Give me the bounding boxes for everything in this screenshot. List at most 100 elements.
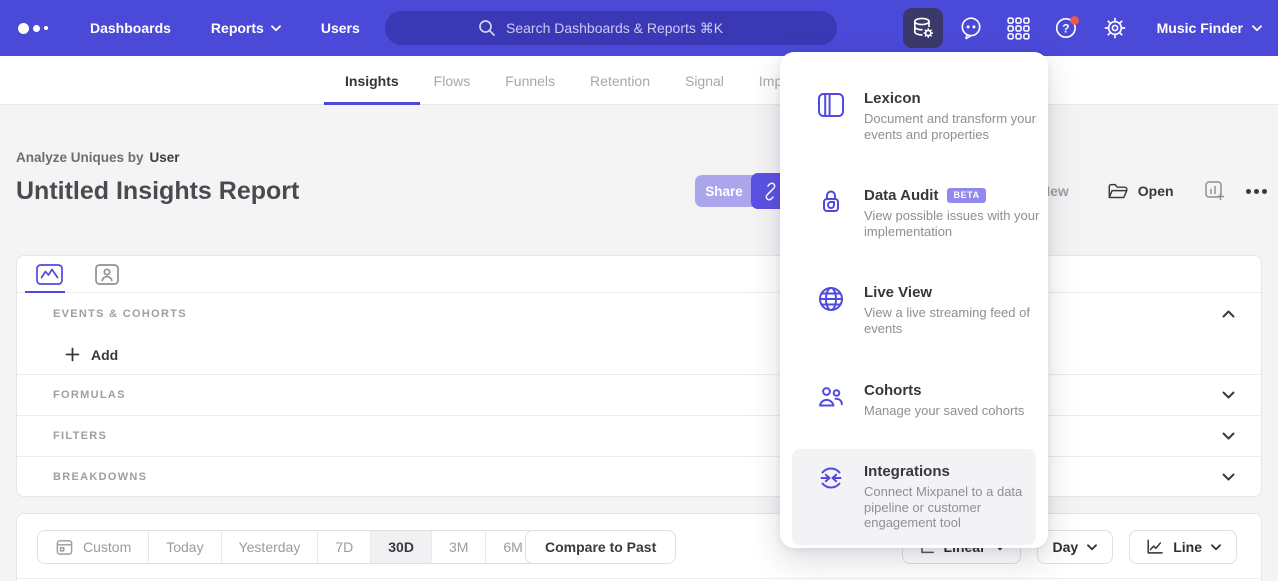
menu-item-title: Data Audit (864, 187, 938, 204)
menu-item-integrations[interactable]: Integrations Connect Mixpanel to a data … (792, 449, 1036, 545)
range-today[interactable]: Today (149, 531, 221, 563)
expand-section-button[interactable] (1218, 428, 1239, 444)
database-gear-icon (911, 16, 935, 40)
range-label: 7D (335, 539, 353, 555)
tab-insights[interactable]: Insights (345, 56, 399, 105)
message-bubble-icon (959, 16, 983, 41)
filters-section-header[interactable]: FILTERS (17, 415, 1261, 456)
menu-item-lexicon[interactable]: Lexicon Document and transform your even… (792, 76, 1036, 156)
apps-button[interactable] (999, 8, 1039, 48)
tab-funnels[interactable]: Funnels (505, 56, 555, 105)
range-label: Today (166, 539, 203, 555)
range-7d[interactable]: 7D (318, 531, 371, 563)
tab-flows[interactable]: Flows (434, 56, 471, 105)
query-builder-card: EVENTS & COHORTS Add FORMULAS FILTERS BR… (16, 255, 1262, 497)
open-label: Open (1138, 183, 1174, 199)
chart-toolbar-card: Custom Today Yesterday 7D 30D 3M 6M 12M … (16, 513, 1262, 581)
chevron-down-icon (1211, 544, 1221, 551)
date-range-segmented-control: Custom Today Yesterday 7D 30D 3M 6M 12M (37, 530, 603, 564)
breakdowns-section-header[interactable]: BREAKDOWNS (17, 456, 1261, 497)
share-button-group: Share (695, 173, 789, 209)
tab-label: Funnels (505, 73, 555, 89)
add-to-dashboard-button[interactable] (1204, 180, 1226, 202)
nav-item-users[interactable]: Users (321, 20, 360, 36)
open-report-button[interactable]: Open (1107, 182, 1174, 201)
nav-item-reports[interactable]: Reports (211, 20, 281, 36)
tab-label: Insights (345, 73, 399, 89)
nav-right-cluster: ? Music Finder (895, 0, 1262, 56)
global-search[interactable] (385, 11, 837, 45)
add-event-button[interactable]: Add (65, 347, 118, 363)
calendar-icon (55, 537, 74, 557)
expand-section-button[interactable] (1218, 469, 1239, 485)
apps-grid-icon (1007, 17, 1030, 40)
primary-nav: Dashboards Reports Users (90, 20, 360, 36)
settings-button[interactable] (1095, 8, 1135, 48)
builder-mode-tabs (17, 256, 1261, 293)
chart-type-label: Line (1173, 539, 1202, 555)
section-label: FILTERS (53, 430, 107, 442)
line-chart-icon (36, 264, 63, 285)
menu-item-title: Live View (864, 284, 932, 301)
feedback-button[interactable] (951, 8, 991, 48)
search-input[interactable] (506, 20, 744, 36)
menu-item-description: Connect Mixpanel to a data pipeline or c… (864, 484, 1042, 531)
context-value-user[interactable]: User (150, 150, 180, 165)
interval-dropdown[interactable]: Day (1037, 530, 1114, 564)
active-mode-underline (25, 291, 65, 293)
menu-item-description: View possible issues with your implement… (864, 208, 1042, 239)
events-cohorts-section-header[interactable]: EVENTS & COHORTS (17, 293, 1261, 335)
help-icon: ? (1054, 15, 1080, 41)
plus-icon (65, 347, 80, 362)
chevron-down-icon (1222, 473, 1235, 481)
data-management-button[interactable] (903, 8, 943, 48)
help-button[interactable]: ? (1047, 8, 1087, 48)
tab-label: Retention (590, 73, 650, 89)
integrations-icon (816, 463, 846, 531)
menu-item-data-audit[interactable]: Data Audit BETA View possible issues wit… (792, 173, 1036, 253)
menu-item-live-view[interactable]: Live View View a live streaming feed of … (792, 270, 1036, 350)
chart-type-dropdown[interactable]: Line (1129, 530, 1237, 564)
chevron-down-icon (1222, 432, 1235, 440)
menu-item-description: View a live streaming feed of events (864, 305, 1042, 336)
page-title[interactable]: Untitled Insights Report (16, 177, 299, 206)
add-label: Add (91, 347, 118, 363)
tab-label: Signal (685, 73, 724, 89)
more-options-button[interactable] (1246, 189, 1267, 194)
beta-badge: BETA (947, 188, 985, 203)
nav-item-label: Dashboards (90, 20, 171, 36)
tab-retention[interactable]: Retention (590, 56, 650, 105)
range-label: Custom (83, 539, 131, 555)
menu-item-text: Live View View a live streaming feed of … (864, 284, 1042, 336)
data-tools-menu: Lexicon Document and transform your even… (780, 52, 1048, 548)
chevron-down-icon (1222, 391, 1235, 399)
users-mode-tab[interactable] (89, 259, 125, 289)
compare-to-past-button[interactable]: Compare to Past (525, 530, 676, 564)
menu-item-description: Document and transform your events and p… (864, 111, 1042, 142)
project-switcher[interactable]: Music Finder (1157, 20, 1262, 36)
mixpanel-logo-icon[interactable] (18, 23, 48, 34)
menu-item-text: Data Audit BETA View possible issues wit… (864, 187, 1042, 239)
tab-signal[interactable]: Signal (685, 56, 724, 105)
share-button[interactable]: Share (695, 175, 753, 207)
link-icon (761, 182, 780, 201)
formulas-section-header[interactable]: FORMULAS (17, 374, 1261, 415)
nav-item-dashboards[interactable]: Dashboards (90, 20, 171, 36)
add-event-row: Add (17, 335, 1261, 374)
section-label: BREAKDOWNS (53, 471, 147, 483)
range-label: 6M (503, 539, 522, 555)
svg-text:?: ? (1062, 21, 1069, 35)
expand-section-button[interactable] (1218, 387, 1239, 403)
range-30d[interactable]: 30D (371, 531, 432, 563)
range-3m[interactable]: 3M (432, 531, 486, 563)
chevron-down-icon (271, 25, 281, 32)
range-yesterday[interactable]: Yesterday (222, 531, 319, 563)
nav-item-label: Users (321, 20, 360, 36)
range-custom[interactable]: Custom (38, 531, 149, 563)
line-chart-type-icon (1145, 538, 1164, 556)
analysis-context: Analyze Uniques byUser (16, 150, 180, 165)
menu-item-cohorts[interactable]: Cohorts Manage your saved cohorts (792, 368, 1036, 433)
events-mode-tab[interactable] (31, 259, 67, 289)
collapse-section-button[interactable] (1218, 306, 1239, 322)
folder-icon (1107, 182, 1129, 201)
